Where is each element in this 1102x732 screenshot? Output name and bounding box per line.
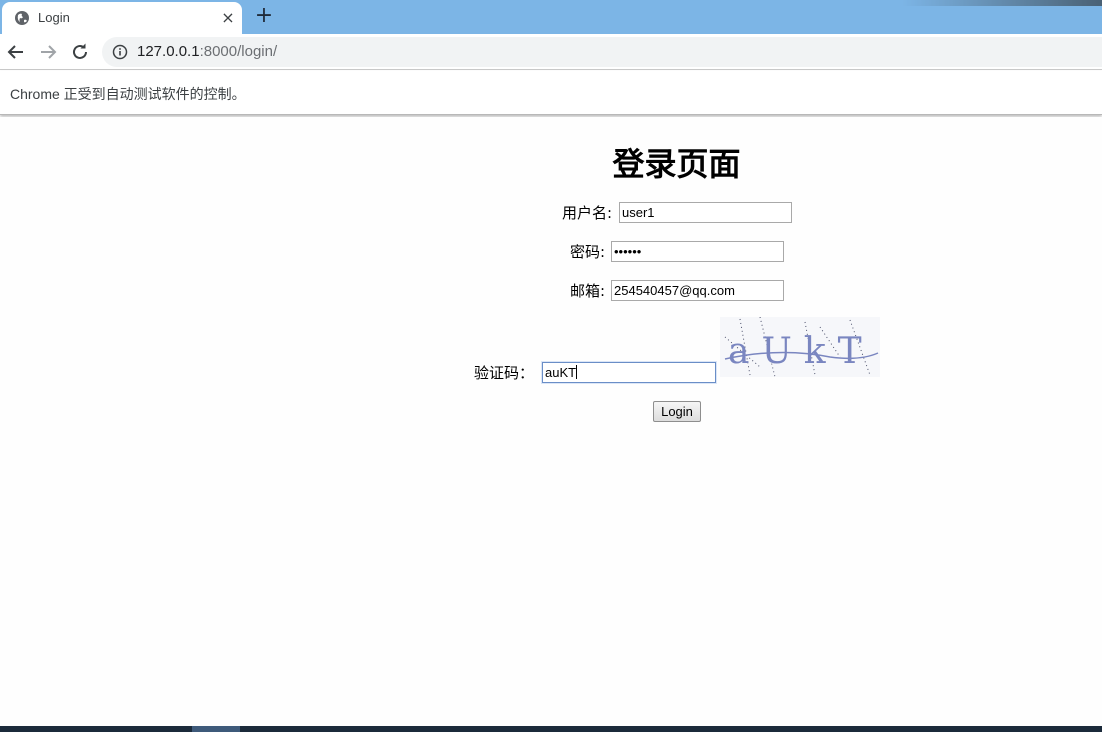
url-text: 127.0.0.1:8000/login/ (137, 43, 277, 60)
url-host: 127.0.0.1 (137, 43, 200, 60)
browser-toolbar: 127.0.0.1:8000/login/ (0, 34, 1102, 70)
username-input[interactable]: user1 (619, 202, 792, 223)
automation-infobar: Chrome 正受到自动测试软件的控制。 (0, 71, 1102, 115)
page-title: 登录页面 (612, 145, 741, 183)
forward-arrow-icon[interactable] (36, 40, 60, 64)
captcha-image[interactable]: aUkT (720, 316, 880, 378)
login-button[interactable]: Login (653, 401, 701, 422)
info-icon[interactable] (112, 44, 128, 60)
address-bar[interactable]: 127.0.0.1:8000/login/ (102, 37, 1102, 67)
email-input[interactable]: 254540457@qq.com (611, 280, 784, 301)
taskbar (0, 726, 1102, 732)
captcha-image-text: aUkT (728, 331, 874, 372)
tab-login[interactable]: Login × (2, 2, 242, 34)
tab-strip: Login × + (0, 0, 1102, 34)
captcha-label: 验证码： (474, 364, 535, 382)
email-label: 邮箱: (570, 282, 606, 300)
url-path: :8000/login/ (199, 43, 278, 60)
back-arrow-icon[interactable] (4, 40, 28, 64)
globe-icon (14, 10, 30, 26)
close-icon[interactable]: × (218, 8, 238, 28)
text-caret (576, 365, 578, 379)
tabstrip-shadow (902, 0, 1102, 6)
username-label: 用户名: (562, 204, 613, 222)
page-content: 登录页面 用户名: user1 密码: •••••• 邮箱: 254540457… (0, 117, 1102, 726)
taskbar-active-item[interactable] (192, 726, 240, 732)
reload-icon[interactable] (68, 40, 92, 64)
tab-title: Login (38, 10, 70, 25)
captcha-input[interactable]: auKT (542, 362, 716, 383)
password-label: 密码: (570, 243, 606, 261)
new-tab-button[interactable]: + (252, 5, 276, 29)
infobar-message: Chrome 正受到自动测试软件的控制。 (10, 86, 246, 102)
password-input[interactable]: •••••• (611, 241, 784, 262)
captcha-input-value: auKT (545, 365, 577, 380)
